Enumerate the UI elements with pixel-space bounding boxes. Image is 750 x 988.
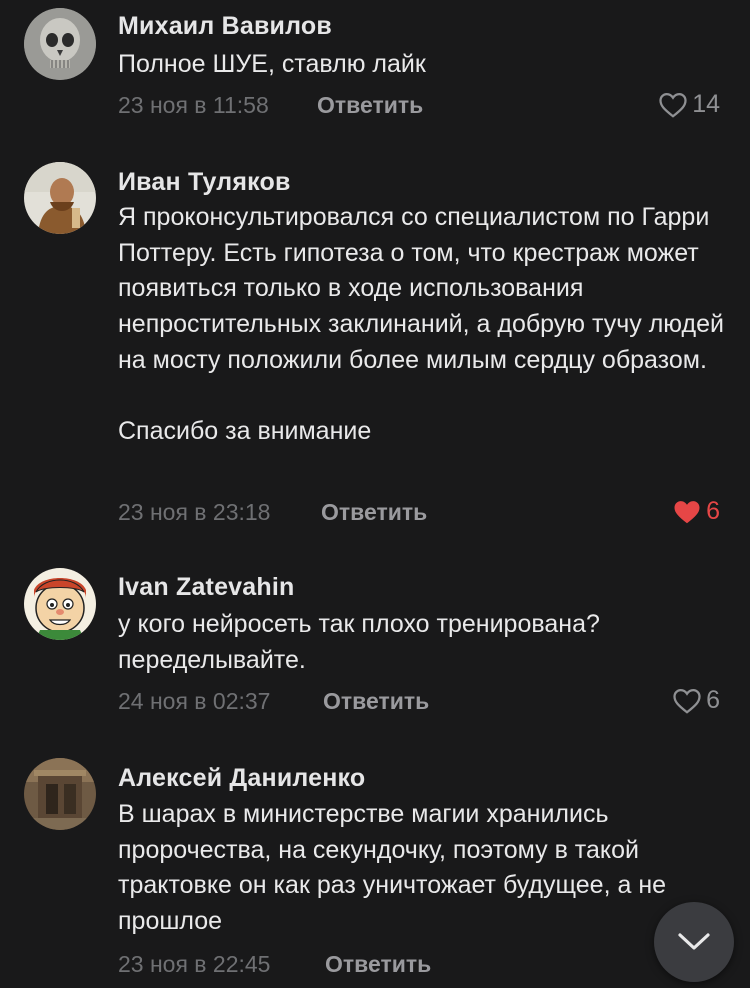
heart-filled-icon <box>674 500 700 523</box>
skull-avatar-icon <box>24 8 96 80</box>
comment-date: 23 ноя в 22:45 <box>118 951 271 977</box>
person-photo-avatar-icon <box>24 162 96 234</box>
comment-date: 24 ноя в 02:37 <box>118 688 271 714</box>
chevron-down-icon <box>678 933 710 950</box>
comment-text: В шарах в министерстве магии хранились п… <box>118 800 667 936</box>
reply-button[interactable]: Ответить <box>325 951 431 978</box>
avatar[interactable] <box>24 568 96 640</box>
avatar[interactable] <box>24 162 96 234</box>
like-count: 6 <box>706 686 720 714</box>
avatar[interactable] <box>24 8 96 80</box>
comment-author[interactable]: Иван Туляков <box>118 168 291 197</box>
like-button[interactable]: 6 <box>672 686 720 715</box>
comment-text: Полное ШУЕ, ставлю лайк <box>118 50 426 78</box>
building-photo-avatar-icon <box>24 758 96 830</box>
comment-author[interactable]: Михаил Вавилов <box>118 12 332 41</box>
comment-text: Я проконсультировался со специалистом по… <box>118 203 724 446</box>
comment-date: 23 ноя в 11:58 <box>118 92 269 118</box>
reply-button[interactable]: Ответить <box>323 688 429 715</box>
comment-author[interactable]: Алексей Даниленко <box>118 764 365 793</box>
like-count: 6 <box>706 497 720 525</box>
comment-text: у кого нейросеть так плохо тренирована? … <box>118 610 600 674</box>
avatar[interactable] <box>24 758 96 830</box>
reply-button[interactable]: Ответить <box>321 499 427 526</box>
reply-button[interactable]: Ответить <box>317 92 423 119</box>
scroll-down-button[interactable] <box>654 902 734 982</box>
cartoon-face-avatar-icon <box>24 568 96 640</box>
like-button[interactable]: 14 <box>658 90 720 119</box>
like-button[interactable]: 6 <box>672 497 720 526</box>
heart-outline-icon <box>673 688 701 714</box>
comment-date: 23 ноя в 23:18 <box>118 499 271 525</box>
comment-author[interactable]: Ivan Zatevahin <box>118 573 294 602</box>
like-count: 14 <box>692 90 720 118</box>
heart-outline-icon <box>659 92 687 118</box>
